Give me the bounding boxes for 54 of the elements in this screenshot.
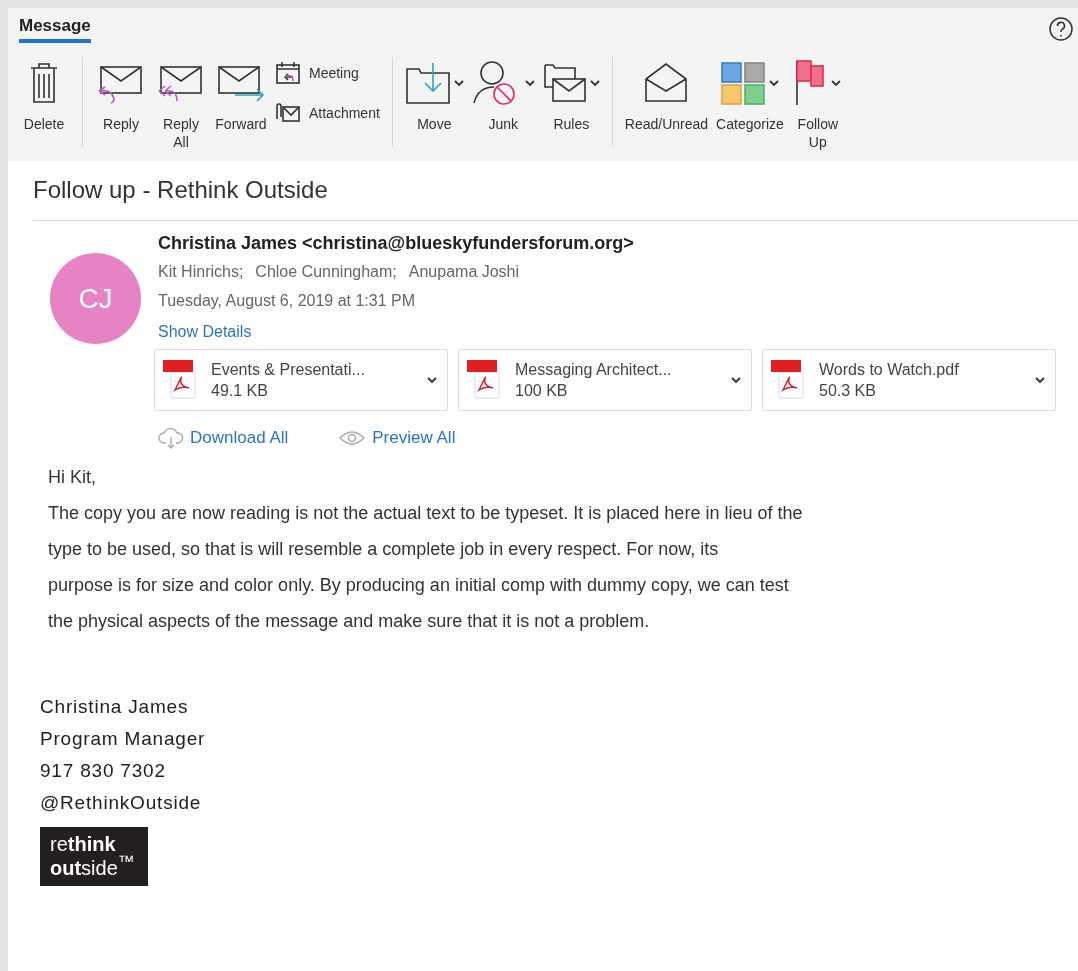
category-squares-icon xyxy=(720,61,767,105)
greeting: Hi Kit, xyxy=(48,466,97,489)
pdf-icon xyxy=(467,360,501,400)
caret-icon xyxy=(1035,376,1045,384)
message-subject: Follow up - Rethink Outside xyxy=(33,161,1078,221)
attachment-size: 50.3 KB xyxy=(819,381,877,400)
rethink-outside-logo: rethink outside$^{™}$ xyxy=(40,827,148,886)
recipient: Kit Hinrichs; xyxy=(158,263,244,281)
attachment-card[interactable]: Words to Watch.pdf 50.3 KB xyxy=(762,349,1056,411)
cloud-download-icon xyxy=(158,427,184,449)
folder-envelope-icon xyxy=(542,61,587,105)
ribbon-button[interactable]: Forward xyxy=(215,57,267,133)
sent-date: Tuesday, August 6, 2019 at 1:31 PM xyxy=(158,292,417,310)
attachment-card[interactable]: Events & Presentati... 49.1 KB xyxy=(154,349,448,411)
caret-icon xyxy=(427,376,437,384)
ribbon-button[interactable]: Reply xyxy=(95,57,147,133)
pdf-icon xyxy=(163,360,197,400)
download-all-link[interactable]: Download All xyxy=(158,427,289,449)
eye-icon xyxy=(338,430,367,446)
message-body: The copy you are now reading is not the actual text to be typeset. It is placed here in lieu of the type to be used, so that is will resemble a complete job in every respect. For now, its purpose is for size and color only. By producing an initial comp with dummy copy, we can test the physical aspects of the message and make sure that it is not a problem. xyxy=(48,502,804,633)
calendar-icon xyxy=(275,61,301,85)
ribbon-button[interactable]: Delete xyxy=(18,57,70,133)
ribbon-tab[interactable]: Message xyxy=(19,16,91,43)
attachment-name: Events & Presentati... xyxy=(211,360,366,379)
open-envelope-icon xyxy=(643,61,690,105)
attachment-size: 49.1 KB xyxy=(211,381,269,400)
show-details-link[interactable]: Show Details xyxy=(158,323,252,341)
signature-line: 917 830 7302 xyxy=(40,759,167,783)
ribbon-button[interactable]: Rules xyxy=(542,57,600,133)
help-icon[interactable] xyxy=(1048,16,1074,42)
attachment-icon xyxy=(275,103,301,123)
ribbon-button[interactable]: Follow Up xyxy=(791,57,844,151)
signature-line: @RethinkOutside xyxy=(40,791,203,815)
sender: Christina James <christina@blueskyfundersforum.org> xyxy=(158,233,635,254)
ribbon-button[interactable]: Move xyxy=(404,57,464,133)
caret-icon xyxy=(731,376,741,384)
ribbon-button[interactable]: Attachment xyxy=(275,103,380,123)
ribbon-button[interactable]: Meeting xyxy=(275,61,380,85)
signature-line: Christina James xyxy=(40,695,190,719)
ribbon-button[interactable]: Junk xyxy=(471,57,535,133)
signature-line: Program Manager xyxy=(40,727,207,751)
ribbon-button[interactable]: Reply All xyxy=(155,57,207,151)
preview-all-link[interactable]: Preview All xyxy=(338,427,456,449)
avatar: CJ xyxy=(50,253,141,344)
recipient: Anupama Joshi xyxy=(408,263,520,281)
recipient: Chloe Cunningham; xyxy=(255,263,397,281)
ribbon-button[interactable]: Read/Unread xyxy=(624,57,709,133)
attachment-name: Words to Watch.pdf xyxy=(819,360,960,379)
ribbon-button[interactable]: Categorize xyxy=(716,57,784,133)
attachment-name: Messaging Architect... xyxy=(515,360,673,379)
attachment-card[interactable]: Messaging Architect... 100 KB xyxy=(458,349,752,411)
pdf-icon xyxy=(771,360,805,400)
attachment-size: 100 KB xyxy=(515,381,569,400)
folder-arrow-icon xyxy=(404,61,451,105)
